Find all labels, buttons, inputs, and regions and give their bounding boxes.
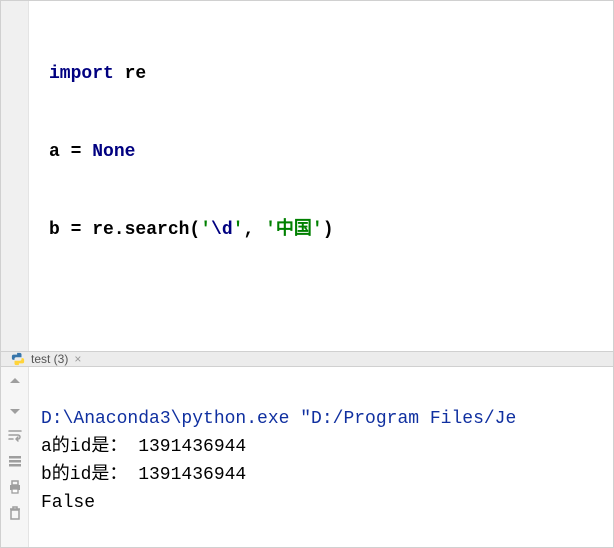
close-icon[interactable]: ×	[74, 352, 81, 366]
trash-icon[interactable]	[7, 505, 23, 521]
string: '中国'	[265, 217, 323, 243]
console-line: b的id是： 1391436944	[41, 465, 246, 485]
code-area[interactable]: import re a = None b = re.search('\d', '…	[29, 1, 613, 351]
code-text: re	[114, 61, 146, 87]
run-toolwindow: D:\Anaconda3\python.exe "D:/Program File…	[1, 367, 613, 547]
run-tab-label: test (3)	[31, 352, 68, 366]
console-toolbar	[1, 367, 29, 547]
stack-icon[interactable]	[7, 453, 23, 469]
editor-gutter	[1, 1, 29, 351]
arrow-down-icon[interactable]	[7, 401, 23, 417]
run-tabbar: test (3) ×	[1, 351, 613, 367]
arrow-up-icon[interactable]	[7, 375, 23, 391]
ide-window: import re a = None b = re.search('\d', '…	[0, 0, 614, 548]
code-text: )	[323, 217, 334, 243]
console-command: D:\Anaconda3\python.exe "D:/Program File…	[41, 409, 516, 429]
console-line: False	[41, 493, 95, 513]
python-icon	[11, 352, 25, 366]
keyword: import	[49, 61, 114, 87]
console-line: a的id是： 1391436944	[41, 437, 246, 457]
code-line: a = None	[49, 139, 613, 165]
string: '\d'	[200, 217, 243, 243]
code-text: b = re.search(	[49, 217, 200, 243]
code-line: b = re.search('\d', '中国')	[49, 217, 613, 243]
code-text: ,	[243, 217, 265, 243]
code-line	[49, 295, 613, 321]
code-text: a =	[49, 139, 92, 165]
print-icon[interactable]	[7, 479, 23, 495]
code-line: import re	[49, 61, 613, 87]
wrap-icon[interactable]	[7, 427, 23, 443]
console-output[interactable]: D:\Anaconda3\python.exe "D:/Program File…	[29, 367, 613, 547]
run-tab[interactable]: test (3) ×	[1, 352, 91, 366]
code-editor[interactable]: import re a = None b = re.search('\d', '…	[1, 1, 613, 351]
keyword: None	[92, 139, 135, 165]
